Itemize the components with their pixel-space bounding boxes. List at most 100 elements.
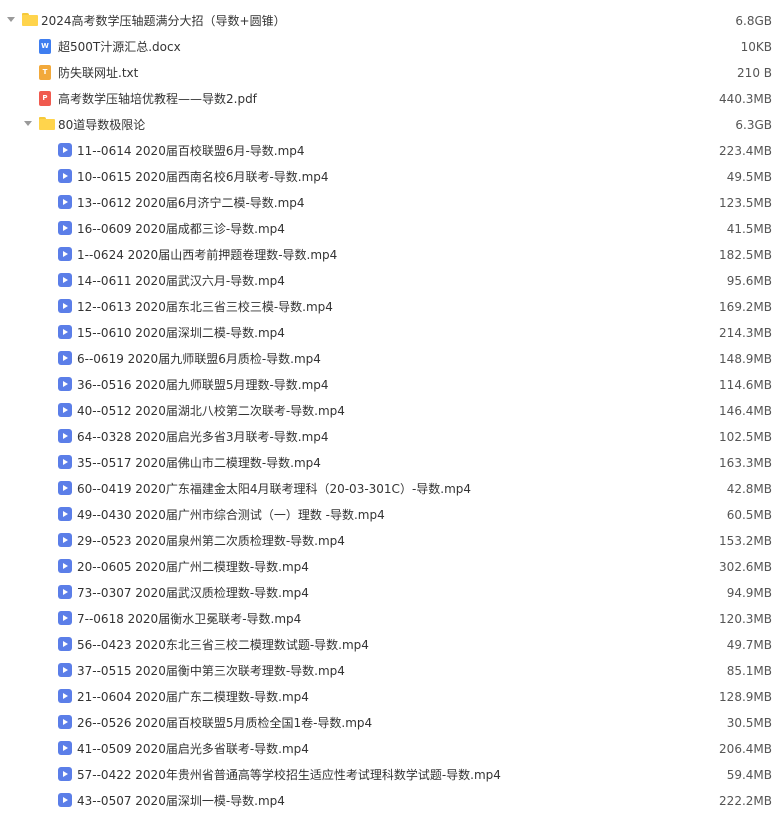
tree-row-video-file[interactable]: 60--0419 2020广东福建金太阳4月联考理科（20-03-301C）-导… <box>0 476 778 502</box>
video-file-icon <box>58 143 72 157</box>
file-size: 102.5MB <box>719 430 772 444</box>
file-size: 95.6MB <box>726 274 772 288</box>
video-file-icon <box>58 351 72 365</box>
expand-caret-icon[interactable] <box>7 17 15 22</box>
file-name: 超500T汁源汇总.docx <box>58 40 181 54</box>
folder-name: 2024高考数学压轴题满分大招（导数+圆锥） <box>41 14 286 28</box>
file-size: 49.7MB <box>726 638 772 652</box>
file-name: 7--0618 2020届衡水卫冕联考-导数.mp4 <box>77 612 302 626</box>
file-name: 13--0612 2020届6月济宁二模-导数.mp4 <box>77 196 305 210</box>
file-name: 26--0526 2020届百校联盟5月质检全国1卷-导数.mp4 <box>77 716 373 730</box>
txt-file-icon: T <box>39 65 51 80</box>
video-file-icon <box>58 767 72 781</box>
file-size: 114.6MB <box>719 378 772 392</box>
file-name: 14--0611 2020届武汉六月-导数.mp4 <box>77 274 285 288</box>
tree-row-video-file[interactable]: 57--0422 2020年贵州省普通高等学校招生适应性考试理科数学试题-导数.… <box>0 762 778 788</box>
tree-row-video-file[interactable]: 35--0517 2020届佛山市二模理数-导数.mp4 163.3MB <box>0 450 778 476</box>
file-size: 214.3MB <box>719 326 772 340</box>
file-name: 10--0615 2020届西南名校6月联考-导数.mp4 <box>77 170 329 184</box>
tree-row-video-file[interactable]: 21--0604 2020届广东二模理数-导数.mp4 128.9MB <box>0 684 778 710</box>
file-size: 41.5MB <box>726 222 772 236</box>
video-file-icon <box>58 559 72 573</box>
pdf-file-icon: P <box>39 91 51 106</box>
tree-row-file[interactable]: T 防失联网址.txt 210 B <box>0 60 778 86</box>
file-size: 222.2MB <box>719 794 772 808</box>
file-size: 206.4MB <box>719 742 772 756</box>
file-name: 43--0507 2020届深圳一模-导数.mp4 <box>77 794 285 808</box>
tree-row-video-file[interactable]: 49--0430 2020届广州市综合测试（一）理数 -导数.mp4 60.5MB <box>0 502 778 528</box>
video-file-icon <box>58 611 72 625</box>
file-size: 94.9MB <box>726 586 772 600</box>
video-file-icon <box>58 403 72 417</box>
tree-row-subfolder[interactable]: 80道导数极限论 6.3GB <box>0 112 778 138</box>
tree-row-root-folder[interactable]: 2024高考数学压轴题满分大招（导数+圆锥） 6.8GB <box>0 8 778 34</box>
file-size: 153.2MB <box>719 534 772 548</box>
tree-row-video-file[interactable]: 29--0523 2020届泉州第二次质检理数-导数.mp4 153.2MB <box>0 528 778 554</box>
tree-row-video-file[interactable]: 40--0512 2020届湖北八校第二次联考-导数.mp4 146.4MB <box>0 398 778 424</box>
file-size: 440.3MB <box>719 92 772 106</box>
file-name: 64--0328 2020届启光多省3月联考-导数.mp4 <box>77 430 329 444</box>
file-name: 15--0610 2020届深圳二模-导数.mp4 <box>77 326 285 340</box>
tree-row-video-file[interactable]: 43--0507 2020届深圳一模-导数.mp4 222.2MB <box>0 788 778 814</box>
folder-name: 80道导数极限论 <box>58 118 146 132</box>
expand-caret-icon[interactable] <box>24 121 32 126</box>
video-file-icon <box>58 377 72 391</box>
video-file-icon <box>58 299 72 313</box>
file-name: 36--0516 2020届九师联盟5月理数-导数.mp4 <box>77 378 329 392</box>
file-size: 148.9MB <box>719 352 772 366</box>
file-size: 59.4MB <box>726 768 772 782</box>
tree-row-video-file[interactable]: 10--0615 2020届西南名校6月联考-导数.mp4 49.5MB <box>0 164 778 190</box>
tree-row-file[interactable]: P 高考数学压轴培优教程——导数2.pdf 440.3MB <box>0 86 778 112</box>
tree-row-video-file[interactable]: 64--0328 2020届启光多省3月联考-导数.mp4 102.5MB <box>0 424 778 450</box>
tree-row-video-file[interactable]: 12--0613 2020届东北三省三校三模-导数.mp4 169.2MB <box>0 294 778 320</box>
tree-row-video-file[interactable]: 56--0423 2020东北三省三校二模理数试题-导数.mp4 49.7MB <box>0 632 778 658</box>
video-file-icon <box>58 247 72 261</box>
tree-row-video-file[interactable]: 41--0509 2020届启光多省联考-导数.mp4 206.4MB <box>0 736 778 762</box>
video-file-icon <box>58 481 72 495</box>
video-file-icon <box>58 325 72 339</box>
tree-row-file[interactable]: W 超500T汁源汇总.docx 10KB <box>0 34 778 60</box>
tree-row-video-file[interactable]: 36--0516 2020届九师联盟5月理数-导数.mp4 114.6MB <box>0 372 778 398</box>
file-name: 35--0517 2020届佛山市二模理数-导数.mp4 <box>77 456 321 470</box>
tree-row-video-file[interactable]: 20--0605 2020届广州二模理数-导数.mp4 302.6MB <box>0 554 778 580</box>
file-name: 41--0509 2020届启光多省联考-导数.mp4 <box>77 742 309 756</box>
tree-row-video-file[interactable]: 73--0307 2020届武汉质检理数-导数.mp4 94.9MB <box>0 580 778 606</box>
file-size: 163.3MB <box>719 456 772 470</box>
folder-size: 6.8GB <box>735 14 772 28</box>
tree-row-video-file[interactable]: 37--0515 2020届衡中第三次联考理数-导数.mp4 85.1MB <box>0 658 778 684</box>
file-name: 57--0422 2020年贵州省普通高等学校招生适应性考试理科数学试题-导数.… <box>77 768 501 782</box>
file-size: 42.8MB <box>726 482 772 496</box>
file-name: 防失联网址.txt <box>58 66 139 80</box>
file-name: 29--0523 2020届泉州第二次质检理数-导数.mp4 <box>77 534 345 548</box>
video-file-icon <box>58 221 72 235</box>
file-name: 37--0515 2020届衡中第三次联考理数-导数.mp4 <box>77 664 345 678</box>
video-file-icon <box>58 429 72 443</box>
tree-row-video-file[interactable]: 7--0618 2020届衡水卫冕联考-导数.mp4 120.3MB <box>0 606 778 632</box>
file-size: 146.4MB <box>719 404 772 418</box>
tree-row-video-file[interactable]: 14--0611 2020届武汉六月-导数.mp4 95.6MB <box>0 268 778 294</box>
file-size: 10KB <box>740 40 772 54</box>
video-file-icon <box>58 195 72 209</box>
file-name: 12--0613 2020届东北三省三校三模-导数.mp4 <box>77 300 333 314</box>
file-size: 85.1MB <box>726 664 772 678</box>
tree-row-video-file[interactable]: 1--0624 2020届山西考前押题卷理数-导数.mp4 182.5MB <box>0 242 778 268</box>
tree-row-video-file[interactable]: 13--0612 2020届6月济宁二模-导数.mp4 123.5MB <box>0 190 778 216</box>
tree-row-video-file[interactable]: 16--0609 2020届成都三诊-导数.mp4 41.5MB <box>0 216 778 242</box>
video-file-icon <box>58 715 72 729</box>
video-file-icon <box>58 663 72 677</box>
tree-row-video-file[interactable]: 6--0619 2020届九师联盟6月质检-导数.mp4 148.9MB <box>0 346 778 372</box>
tree-row-video-file[interactable]: 11--0614 2020届百校联盟6月-导数.mp4 223.4MB <box>0 138 778 164</box>
tree-row-video-file[interactable]: 15--0610 2020届深圳二模-导数.mp4 214.3MB <box>0 320 778 346</box>
file-size: 123.5MB <box>719 196 772 210</box>
file-name: 40--0512 2020届湖北八校第二次联考-导数.mp4 <box>77 404 345 418</box>
video-file-icon <box>58 585 72 599</box>
file-name: 11--0614 2020届百校联盟6月-导数.mp4 <box>77 144 305 158</box>
folder-icon <box>39 117 55 130</box>
file-size: 302.6MB <box>719 560 772 574</box>
video-file-icon <box>58 169 72 183</box>
file-size: 182.5MB <box>719 248 772 262</box>
tree-row-video-file[interactable]: 26--0526 2020届百校联盟5月质检全国1卷-导数.mp4 30.5MB <box>0 710 778 736</box>
file-name: 16--0609 2020届成都三诊-导数.mp4 <box>77 222 285 236</box>
file-size: 30.5MB <box>726 716 772 730</box>
file-size: 120.3MB <box>719 612 772 626</box>
